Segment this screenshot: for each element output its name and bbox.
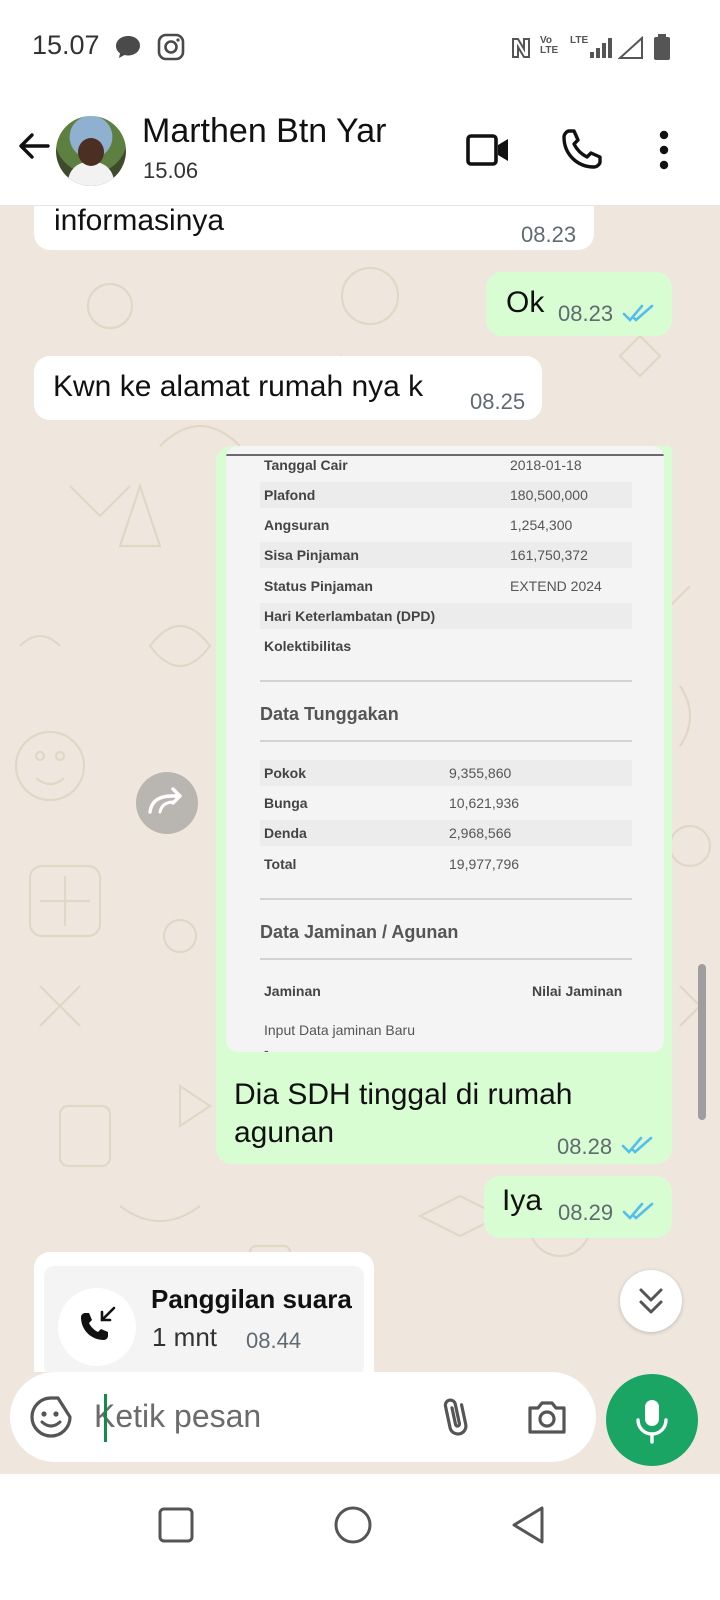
message-text: Kwn ke alamat rumah nya k [53, 370, 424, 403]
attach-icon[interactable] [434, 1394, 480, 1440]
incoming-call-icon [81, 1306, 116, 1340]
image-caption-line1: Dia SDH tinggal di rumah [234, 1078, 573, 1111]
volte-label: Vo LTE [540, 35, 559, 56]
voice-record-button[interactable] [606, 1374, 698, 1466]
read-ticks-icon [621, 1136, 653, 1154]
signal-icon [618, 36, 643, 59]
phone-icon[interactable] [557, 126, 605, 174]
more-vert-icon[interactable] [640, 126, 688, 174]
message-text: informasinya [54, 206, 225, 237]
video-call-icon[interactable] [464, 126, 512, 174]
read-ticks-icon [622, 1202, 654, 1220]
collateral-dash: - [264, 1042, 269, 1052]
status-bar: 15.07 Vo LTE LTE [0, 0, 720, 96]
forward-icon [148, 787, 182, 814]
last-seen: 15.06 [143, 158, 199, 183]
loan-row: Tanggal Cair 2018-01-18 [264, 457, 582, 473]
message-time: 08.29 [558, 1200, 614, 1225]
chat-bubble-icon [116, 36, 140, 58]
message-incoming[interactable]: informasinya 08.23 [34, 206, 594, 250]
back-arrow-icon[interactable] [14, 126, 54, 166]
message-time: 08.44 [246, 1328, 302, 1353]
camera-icon[interactable] [524, 1394, 570, 1440]
shared-image[interactable]: Tanggal Cair 2018-01-18 Plafond 180,500,… [226, 446, 664, 1052]
system-nav-bar [0, 1474, 720, 1600]
recents-square-icon[interactable] [153, 1502, 199, 1548]
collateral-header: Jaminan Nilai Jaminan [264, 983, 623, 999]
collateral-note: Input Data jaminan Baru [264, 1022, 415, 1038]
nfc-icon [512, 38, 530, 58]
message-input[interactable] [94, 1390, 424, 1442]
loan-row: Plafond 180,500,000 [260, 482, 632, 508]
chat-header: Marthen Btn Yar 15.06 [0, 96, 720, 206]
message-time: 08.25 [470, 389, 526, 414]
loan-row: Hari Keterlambatan (DPD) [260, 603, 632, 629]
message-text: Ok [506, 286, 545, 319]
loan-row: Kolektibilitas [264, 638, 352, 654]
message-outgoing[interactable]: Iya 08.29 [484, 1176, 672, 1238]
arrears-row: Denda 2,968,566 [260, 820, 632, 846]
scrollbar[interactable] [698, 964, 706, 1120]
read-ticks-icon [622, 304, 654, 322]
instagram-icon [157, 33, 185, 61]
arrears-row: Total 19,977,796 [264, 856, 520, 872]
arrears-title: Data Tunggakan [260, 704, 399, 724]
avatar[interactable] [56, 116, 126, 186]
message-text: Iya [502, 1184, 543, 1217]
battery-icon [654, 34, 670, 60]
voice-call-card[interactable]: Panggilan suara 1 mnt 08.44 [44, 1266, 364, 1372]
loan-row: Status Pinjaman EXTEND 2024 [264, 578, 602, 594]
mic-icon [636, 1400, 668, 1444]
call-duration: 1 mnt [152, 1322, 218, 1352]
home-circle-icon[interactable] [330, 1502, 376, 1548]
back-triangle-icon[interactable] [506, 1502, 552, 1548]
message-incoming[interactable]: Kwn ke alamat rumah nya k 08.25 [34, 356, 542, 420]
call-title: Panggilan suara [151, 1284, 352, 1314]
call-icon-circle [58, 1288, 136, 1366]
message-outgoing[interactable]: Ok 08.23 [486, 272, 672, 336]
double-chevron-down-icon [639, 1288, 663, 1314]
chat-area[interactable]: informasinya 08.23 Ok 08.23 Kwn ke alama… [0, 206, 720, 1372]
message-input-box[interactable] [10, 1372, 596, 1462]
loan-row: Angsuran 1,254,300 [264, 517, 573, 533]
loan-row: Sisa Pinjaman 161,750,372 [260, 542, 632, 568]
sticker-icon[interactable] [28, 1394, 74, 1440]
message-time: 08.23 [521, 222, 577, 247]
text-caret [104, 1394, 107, 1442]
scroll-to-bottom-button[interactable] [620, 1270, 682, 1332]
lte-signal-icon [590, 38, 612, 58]
arrears-row: Bunga 10,621,936 [264, 795, 520, 811]
collateral-title: Data Jaminan / Agunan [260, 922, 459, 942]
arrears-row: Pokok 9,355,860 [260, 760, 632, 786]
message-time: 08.23 [558, 301, 614, 326]
image-caption-line2: agunan [234, 1116, 335, 1149]
composer-bar [0, 1372, 720, 1474]
message-time: 08.28 [557, 1134, 613, 1159]
status-time: 15.07 [32, 30, 100, 60]
forward-button[interactable] [136, 772, 198, 834]
contact-name[interactable]: Marthen Btn Yar [142, 112, 386, 151]
